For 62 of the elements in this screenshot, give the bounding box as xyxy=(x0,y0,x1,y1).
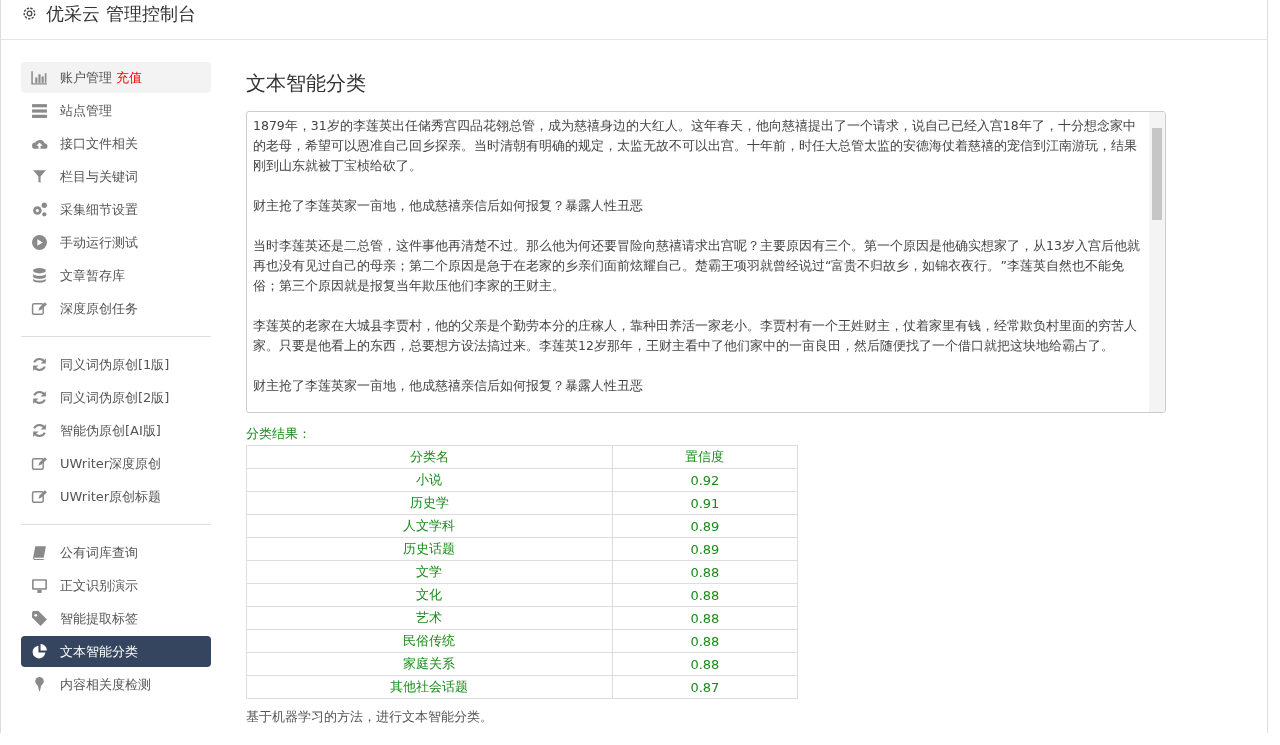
table-cell: 文化 xyxy=(246,583,613,607)
table-cell: 0.88 xyxy=(612,583,798,607)
table-cell: 小说 xyxy=(246,468,613,492)
result-label: 分类结果： xyxy=(246,425,312,443)
sidebar-item[interactable]: 采集细节设置 xyxy=(21,194,211,225)
play-icon xyxy=(31,234,48,251)
sidebar-item[interactable]: 智能提取标签 xyxy=(21,603,211,634)
column-header: 置信度 xyxy=(612,445,798,469)
refresh-icon xyxy=(31,422,48,439)
table-cell: 0.88 xyxy=(612,629,798,653)
column-header: 分类名 xyxy=(246,445,613,469)
sidebar-item[interactable]: 账户管理 充值 xyxy=(21,62,211,93)
sidebar-item[interactable]: 站点管理 xyxy=(21,95,211,126)
table-cell: 0.89 xyxy=(612,537,798,561)
sidebar-item[interactable]: UWriter原创标题 xyxy=(21,481,211,512)
table-cell: 0.88 xyxy=(612,560,798,584)
page-title: 文本智能分类 xyxy=(246,70,367,97)
sidebar-item[interactable]: 文章暂存库 xyxy=(21,260,211,291)
refresh-icon xyxy=(31,389,48,406)
database-icon xyxy=(31,267,48,284)
sidebar-item[interactable]: 同义词伪原创[1版] xyxy=(21,349,211,380)
sidebar-item[interactable]: 文本智能分类 xyxy=(21,636,211,667)
description-text: 基于机器学习的方法，进行文本智能分类。 xyxy=(246,709,494,726)
table-cell: 历史话题 xyxy=(246,537,613,561)
sidebar-item[interactable]: 内容相关度检测 xyxy=(21,669,211,700)
sidebar-item[interactable]: UWriter深度原创 xyxy=(21,448,211,479)
sidebar-item[interactable]: 手动运行测试 xyxy=(21,227,211,258)
table-cell: 0.88 xyxy=(612,606,798,630)
settings-icon xyxy=(21,5,38,22)
table-cell: 文学 xyxy=(246,560,613,584)
pie-chart-icon xyxy=(31,643,48,660)
tag-icon xyxy=(31,610,48,627)
filter-icon xyxy=(31,168,48,185)
server-icon xyxy=(31,102,48,119)
monitor-icon xyxy=(31,577,48,594)
table-cell: 0.87 xyxy=(612,675,798,699)
table-cell: 0.89 xyxy=(612,514,798,538)
table-cell: 人文学科 xyxy=(246,514,613,538)
table-cell: 其他社会话题 xyxy=(246,675,613,699)
table-cell: 民俗传统 xyxy=(246,629,613,653)
table-cell: 历史学 xyxy=(246,491,613,515)
table-cell: 0.91 xyxy=(612,491,798,515)
table-cell: 艺术 xyxy=(246,606,613,630)
sidebar-item[interactable]: 接口文件相关 xyxy=(21,128,211,159)
sidebar-item[interactable]: 公有词库查询 xyxy=(21,537,211,568)
edit-icon xyxy=(31,488,48,505)
edit-icon xyxy=(31,300,48,317)
app-title: 优采云 管理控制台 xyxy=(46,1,196,26)
text-input-field[interactable]: 1879年，31岁的李莲英出任储秀宫四品花翎总管，成为慈禧身边的大红人。这年春天，他向慈禧提出了一个请求，说自己已经入宫18年了，十分想念家中的老母，希望可以恩准自己回乡探亲。当时清朝有明确的规定，太监无故不可以出宫。十年前，时任大总管太监的安德海仗着慈禧的宠信到江南游玩，结果刚到山东就被丁宝桢给砍了。 财主抢了李莲英家一亩地，他成慈禧亲信后如何报复？暴露人性丑恶 当时李莲英还是二总管，这件事他再清楚不过。那么他为何还要冒险向慈禧请求出宫呢？主要原因有三个。第一个原因是他确实想家了，从13岁入宫后他就再也没有见过自己的母亲；第二个原因是急于在老家的乡亲们面前炫耀自己。楚霸王项羽就曾经说过“富贵不归故乡，如锦衣夜行。”李莲英自然也不能免俗；第三个原因就是报复当年欺压他们李家的王财主。 李莲英的老家在大城县李贾村，他的父亲是个勤劳本分的庄稼人，靠种田养活一家老小。李贾村有一个王姓财主，仗着家里有钱，经常欺负村里面的穷苦人家。只要是他看上的东西，总要想方设法搞过来。李莲英12岁那年，王财主看中了他们家中的一亩良田，然后随便找了一个借口就把这块地给霸占了。 财主抢了李莲英家一亩地，他成慈禧亲信后如何报复？暴露人性丑恶 xyxy=(246,111,1166,413)
table-cell: 家庭关系 xyxy=(246,652,613,676)
table-cell: 0.88 xyxy=(612,652,798,676)
sidebar-item[interactable]: 智能伪原创[AI版] xyxy=(21,415,211,446)
edit-icon xyxy=(31,455,48,472)
sidebar-item[interactable]: 同义词伪原创[2版] xyxy=(21,382,211,413)
bar-chart-icon xyxy=(31,69,48,86)
sidebar-item[interactable]: 正文识别演示 xyxy=(21,570,211,601)
sidebar-item[interactable]: 栏目与关键词 xyxy=(21,161,211,192)
sidebar-item[interactable]: 深度原创任务 xyxy=(21,293,211,324)
table-cell: 0.92 xyxy=(612,468,798,492)
gears-icon xyxy=(31,201,48,218)
book-icon xyxy=(31,544,48,561)
refresh-icon xyxy=(31,356,48,373)
